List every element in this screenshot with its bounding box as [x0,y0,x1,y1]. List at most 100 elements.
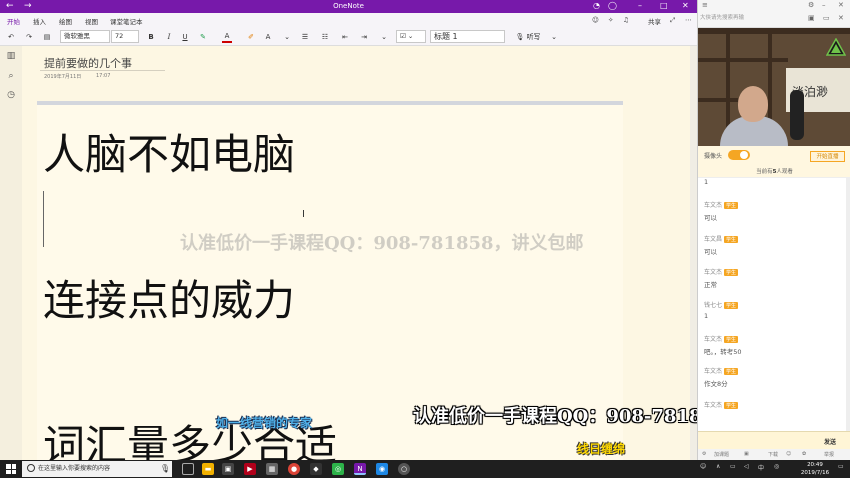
cortana-mic-icon[interactable]: 🎙 [160,464,170,473]
more-options-icon[interactable]: ⋯ [685,16,692,24]
toggle-knob [740,151,748,159]
text-effects-icon[interactable]: A [262,31,274,43]
dictate-button[interactable]: 🎙 听写 [513,31,543,43]
title-bar: ← → OneNote ◔ ◯ – □ ✕ [0,0,697,13]
font-size-field[interactable]: 72 [111,30,139,43]
footer-item-download[interactable]: 下载 [768,451,778,458]
format-painter-icon[interactable]: ✐ [246,31,256,43]
app-gray-icon[interactable]: ▦ [266,463,278,475]
tab-view[interactable]: 视图 [85,16,98,26]
highlight-icon[interactable]: ✎ [198,31,208,43]
panel-settings-icon[interactable]: ⚙ [808,1,814,9]
recent-clock-icon[interactable]: ◷ [6,90,16,100]
maximize-icon[interactable]: □ [660,1,668,11]
feedback-icon[interactable]: ☺ [592,16,599,24]
outdent-icon[interactable]: ⇤ [340,31,350,43]
tab-draw[interactable]: 绘图 [59,16,72,26]
tray-volume-icon[interactable]: ◁ [744,463,749,470]
panel-close-icon[interactable]: ✕ [838,1,844,9]
page-date: 2019年7月11日 [44,74,82,80]
tray-wechat-icon[interactable]: ◎ [774,463,779,470]
panel-window-icon[interactable]: ▭ [823,14,830,22]
chat-username: 车文杰 [704,402,723,409]
italic-button[interactable]: I [164,31,174,43]
underline-button[interactable]: U [180,31,190,43]
close-icon[interactable]: ✕ [682,1,689,11]
heading-1[interactable]: 人脑不如电脑 [43,121,295,182]
more-format-chevron-icon[interactable]: ⌄ [283,31,291,43]
minimize-icon[interactable]: – [638,1,642,11]
panel-footer: ⚙ 加课题 ▣ 下载 ☺ ✿ 举报 [698,449,850,460]
app-red-icon[interactable]: ▶ [244,463,256,475]
tray-ime-icon[interactable]: 中 [758,463,764,472]
app-dark-icon[interactable]: ◆ [310,463,322,475]
footer-settings-icon[interactable]: ⚙ [702,451,706,457]
font-color-icon[interactable]: A [222,31,232,43]
tray-people-icon[interactable]: ☺ [700,463,706,470]
share-button[interactable]: 共享 [648,16,661,26]
undo-icon[interactable]: ↶ [6,31,16,43]
bullet-list-icon[interactable]: ☰ [300,31,310,43]
lightbulb-icon[interactable]: ✧ [608,16,613,24]
taskbar-search-input[interactable]: 在这里输入你要搜索的内容 [22,461,172,477]
style-dropdown[interactable]: 标题 1 [430,30,505,43]
panel-user-icon[interactable]: ▣ [808,14,815,22]
toolbar-more-chevron-icon[interactable]: ⌄ [550,31,558,43]
file-explorer-icon[interactable]: ▬ [202,463,214,475]
footer-item-add-topic[interactable]: 加课题 [714,451,729,458]
footer-image-icon[interactable]: ▣ [744,451,749,457]
taskbar-clock[interactable]: 20:49 2019/7/16 [795,461,835,477]
panel-minimize-icon[interactable]: – [822,1,826,9]
tag-checkbox-dropdown[interactable]: ☑ ⌄ [396,30,426,43]
clock-date: 2019/7/16 [800,470,830,476]
panel-exit-icon[interactable]: ✕ [838,14,844,22]
start-live-button[interactable]: 开始直播 [810,151,845,162]
dictate-label: 听写 [526,33,541,41]
redo-icon[interactable]: ↷ [24,31,34,43]
font-name-field[interactable]: 微软雅黑 [60,30,110,43]
indent-icon[interactable]: ⇥ [359,31,369,43]
panel-header: ≡ ⚙ – ✕ 大侠请先搜索再输 ▣ ▭ ✕ [698,0,850,28]
onenote-taskbar-icon[interactable]: N [354,463,366,475]
expand-icon[interactable]: ⤢ [670,16,675,25]
chat-message: 车文杰 学生 [704,400,739,412]
page-title[interactable]: 提前要做的几个事 [44,55,132,71]
user-icon[interactable]: ◯ [608,1,617,11]
paragraph-chevron-icon[interactable]: ⌄ [380,31,388,43]
notification-icon[interactable]: ◔ [593,1,600,11]
bell-icon[interactable]: ♫ [623,16,629,24]
camera-toggle[interactable] [728,150,750,160]
notebooks-icon[interactable]: ▥ [6,51,16,61]
footer-flower-icon[interactable]: ✿ [802,451,806,457]
wechat-icon[interactable]: ◎ [332,463,344,475]
windows-start-icon[interactable] [6,464,16,474]
chat-scrollbar[interactable] [846,178,850,431]
numbered-list-icon[interactable]: ☷ [320,31,330,43]
tray-up-icon[interactable]: ∧ [716,463,720,470]
search-icon[interactable]: ⌕ [6,71,16,81]
task-view-icon[interactable] [182,463,194,475]
student-badge: 学生 [724,236,739,243]
bold-button[interactable]: B [146,31,156,43]
camera-label: 摄像头 [704,153,723,160]
app-circle-icon[interactable]: ○ [398,463,410,475]
chat-input[interactable]: 发送 [698,431,850,449]
heading-2[interactable]: 连接点的威力 [43,267,295,328]
panel-menu-icon[interactable]: ≡ [702,1,708,9]
vertical-scrollbar[interactable] [690,46,697,460]
tray-network-icon[interactable]: ▭ [730,463,736,470]
chrome-icon[interactable]: ● [288,463,300,475]
camera-control-bar: 摄像头 开始直播 当前有5人观看 [698,146,850,178]
chat-message: 1 [704,178,708,186]
footer-emoji-icon[interactable]: ☺ [786,451,791,457]
panel-search-input[interactable]: 大侠请先搜索再输 [700,13,810,24]
tab-insert[interactable]: 插入 [33,16,46,26]
footer-item-report[interactable]: 举报 [824,451,834,458]
store-icon[interactable]: ▣ [222,463,234,475]
clipboard-icon[interactable]: ▤ [42,31,52,43]
notification-center-icon[interactable]: ▭ [838,463,844,470]
app-blue-icon[interactable]: ◉ [376,463,388,475]
send-button[interactable]: 发送 [824,437,836,446]
student-badge: 学生 [724,336,739,343]
tab-class-notebook[interactable]: 课堂笔记本 [110,16,143,26]
